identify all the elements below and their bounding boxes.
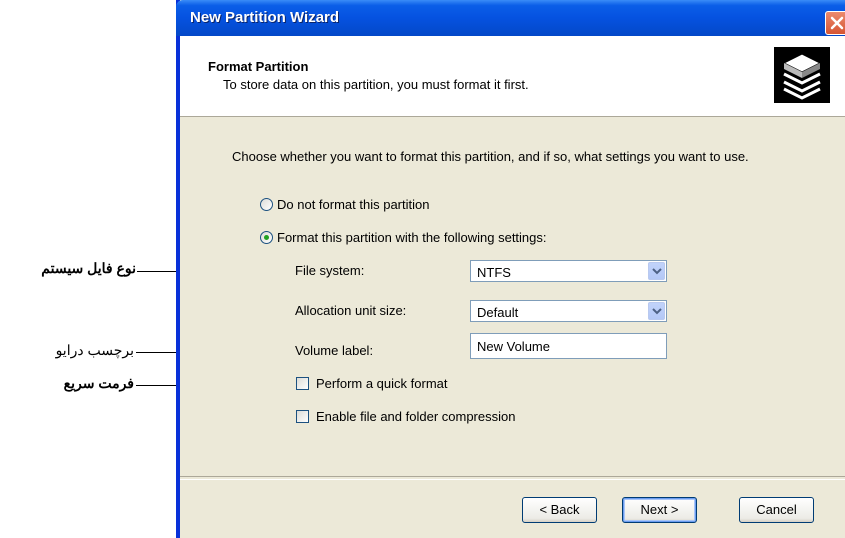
radio-selected-dot [264,235,269,240]
file-system-value: NTFS [477,265,511,280]
disk-stack-icon [774,47,830,103]
file-system-dropdown-button[interactable] [648,262,665,280]
annotation-quick-format: فرمت سریع [63,375,134,391]
window-title: New Partition Wizard [190,9,340,26]
annotation-volume-label: برچسب درایو [55,342,134,358]
wizard-window: New Partition Wizard Format Partition To… [176,0,845,538]
cancel-button[interactable]: Cancel [739,497,814,523]
volume-label-input[interactable] [471,334,666,358]
wizard-header: Format Partition To store data on this p… [180,36,845,117]
footer-divider [180,476,845,480]
page-title: Format Partition [208,59,309,74]
radio-do-not-format-label[interactable]: Do not format this partition [277,197,429,212]
annotation-file-system: نوع فایل سیستم [41,260,136,276]
allocation-label: Allocation unit size: [295,303,407,318]
compression-checkbox[interactable] [296,410,309,423]
title-bar[interactable]: New Partition Wizard [176,0,845,36]
volume-label-field[interactable] [470,333,667,359]
back-button[interactable]: < Back [522,497,597,523]
page-subtitle: To store data on this partition, you mus… [223,77,529,92]
intro-text: Choose whether you want to format this p… [232,149,749,164]
volume-label-label: Volume label: [295,343,374,358]
close-button[interactable] [825,11,845,35]
file-system-select[interactable]: NTFS [470,260,667,282]
allocation-value: Default [477,305,519,320]
radio-format-label[interactable]: Format this partition with the following… [277,230,547,245]
radio-format[interactable] [260,231,273,244]
chevron-down-icon [652,268,662,275]
compression-label[interactable]: Enable file and folder compression [316,409,515,424]
allocation-select[interactable]: Default [470,300,667,322]
quick-format-label[interactable]: Perform a quick format [316,376,448,391]
next-button[interactable]: Next > [622,497,697,523]
allocation-dropdown-button[interactable] [648,302,665,320]
close-icon [830,16,844,30]
quick-format-checkbox[interactable] [296,377,309,390]
radio-do-not-format[interactable] [260,198,273,211]
file-system-label: File system: [295,263,365,278]
chevron-down-icon [652,308,662,315]
